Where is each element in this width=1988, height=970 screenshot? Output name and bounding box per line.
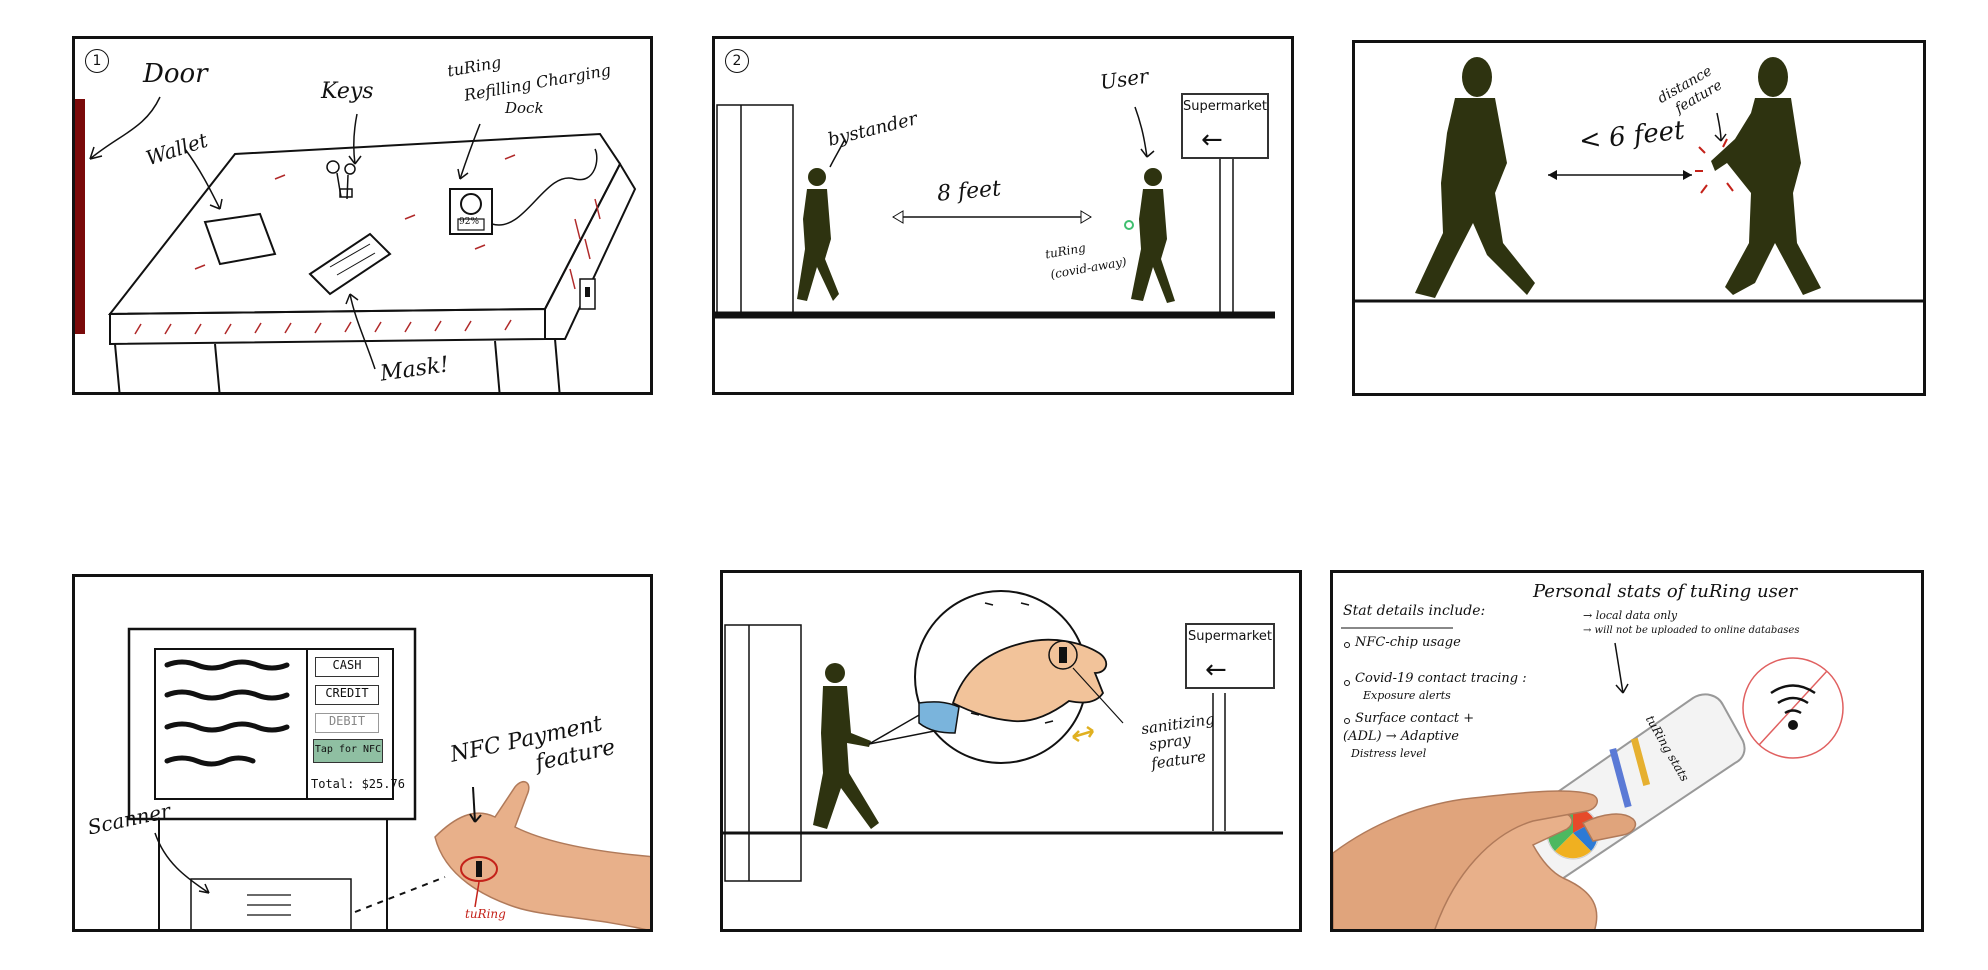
turing-device — [1059, 647, 1067, 663]
keys-label: Keys — [321, 79, 374, 104]
storyboard-panel-5: Supermarket ← sanitizing spray feature — [720, 570, 1302, 932]
panel-number-1: 1 — [85, 49, 109, 73]
bystander-silhouette-large — [1415, 57, 1535, 298]
personal-stats-title: Personal stats of tuRing user — [1533, 581, 1798, 602]
local-data-note: → local data only — [1583, 609, 1678, 622]
left-arrow-icon: ← — [1205, 655, 1227, 685]
user-silhouette-large — [1711, 57, 1821, 295]
panel-3-scene — [1355, 57, 1923, 303]
storyboard-panel-1: 1 Door Wallet Keys tuRing Refilling Char… — [72, 36, 653, 395]
dock-display: 92% — [459, 217, 480, 227]
stat-item-adl: (ADL) → Adaptive — [1343, 729, 1459, 744]
stat-item-exposure: Exposure alerts — [1363, 689, 1451, 702]
storyboard-panel-2: 2 bystander User 8 feet tuRing (covid-aw… — [712, 36, 1294, 395]
total-amount: Total: $25.76 — [311, 777, 405, 791]
debit-button[interactable]: DEBIT — [315, 713, 379, 733]
turing-device — [476, 861, 482, 877]
storyboard-panel-3: < 6 feet distance feature — [1352, 40, 1926, 396]
tap-for-nfc-button[interactable]: Tap for NFC — [313, 739, 383, 763]
cash-button[interactable]: CASH — [315, 657, 379, 677]
storyboard-panel-4: CASH CREDIT DEBIT Tap for NFC Total: $25… — [72, 574, 653, 932]
supermarket-sign-label: Supermarket — [1183, 99, 1267, 114]
panel-number-2: 2 — [725, 49, 749, 73]
door-label: Door — [143, 59, 208, 89]
wallet-sketch — [203, 212, 277, 266]
storyboard-panel-6: Stat details include: NFC-chip usage Cov… — [1330, 570, 1924, 932]
supermarket-sign: Supermarket ← — [1185, 623, 1275, 689]
stat-details-heading: Stat details include: — [1343, 603, 1486, 619]
keys-sketch — [326, 160, 356, 200]
dock-label-line3: Dock — [505, 99, 544, 117]
supermarket-sign-label: Supermarket — [1188, 629, 1272, 644]
mask-sketch — [308, 232, 392, 296]
user-silhouette — [813, 663, 879, 829]
turing-red-label: tuRing — [465, 907, 506, 921]
user-silhouette — [1131, 168, 1175, 303]
credit-button[interactable]: CREDIT — [315, 685, 379, 705]
bystander-silhouette — [797, 168, 839, 301]
left-arrow-icon: ← — [1201, 125, 1223, 155]
stat-item-covid: Covid-19 contact tracing : — [1355, 671, 1527, 686]
stat-item-surface: Surface contact + — [1355, 711, 1475, 726]
sleeve — [918, 701, 960, 734]
stat-item-nfc: NFC-chip usage — [1355, 635, 1461, 650]
supermarket-sign: Supermarket ← — [1181, 93, 1269, 159]
door-edge — [75, 99, 85, 334]
no-upload-note: → will not be uploaded to online databas… — [1583, 625, 1800, 636]
stat-item-distress: Distress level — [1351, 747, 1427, 760]
